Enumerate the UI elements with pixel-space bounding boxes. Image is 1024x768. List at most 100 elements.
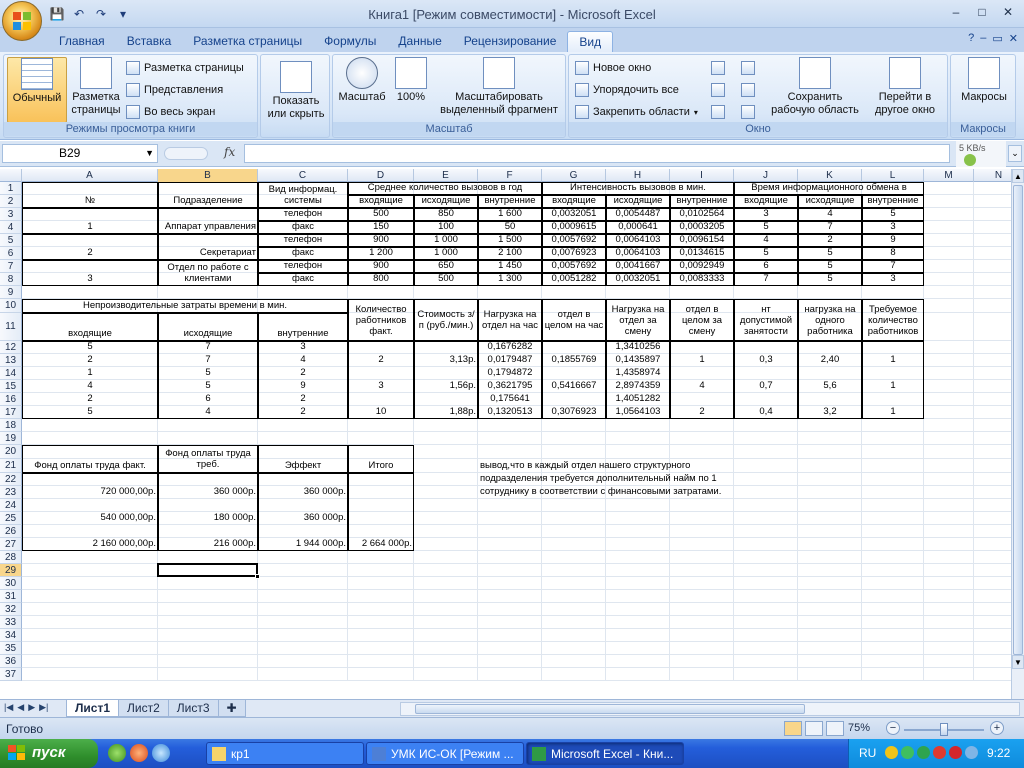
cell-f5[interactable]: 1 500 [480,234,540,247]
cell-a25[interactable]: 540 000,00р. [24,512,156,525]
cell-b17[interactable]: 4 [160,406,256,419]
maximize-button[interactable]: □ [970,2,994,22]
cell-b7[interactable]: Отдел по работе с клиентами [160,260,256,286]
cell-h13[interactable]: 0,1435897 [608,354,668,367]
cell-j7[interactable]: 6 [736,260,796,273]
browser-icon[interactable] [108,744,126,762]
cell-d21[interactable]: Итого [350,460,412,473]
cell-l2[interactable]: внутренние [864,195,922,208]
doc-minimize-button[interactable]: – [980,32,986,45]
next-sheet-icon[interactable]: ▶ [28,702,35,713]
cell-a17[interactable]: 5 [24,406,156,419]
cell-c12[interactable]: 3 [260,341,346,354]
cell-b6[interactable]: Секретариат [160,247,256,260]
column-header[interactable]: J [734,169,798,182]
column-header[interactable]: A [22,169,158,182]
cell-k6[interactable]: 5 [800,247,860,260]
row-header[interactable]: 31 [0,590,22,603]
cell-e13[interactable]: 3,13р. [416,354,476,367]
column-header[interactable]: N [974,169,1011,182]
row-header[interactable]: 35 [0,642,22,655]
cell-e3[interactable]: 850 [416,208,476,221]
cell-l8[interactable]: 3 [864,273,922,286]
formula-input[interactable] [244,144,950,163]
cell-a12[interactable]: 5 [24,341,156,354]
cell-i7[interactable]: 0,0092949 [672,260,732,273]
cell-j3[interactable]: 3 [736,208,796,221]
row-header[interactable]: 1 [0,182,22,195]
cell-e10[interactable]: Стоимость з/п (руб./мин.) [416,299,476,341]
cell-l10[interactable]: Требуемое количество работников [864,299,922,341]
cell-k5[interactable]: 2 [800,234,860,247]
taskbar-button[interactable]: кр1 [206,742,364,765]
cell-e8[interactable]: 500 [416,273,476,286]
cell-b25[interactable]: 180 000р. [160,512,256,525]
row-header[interactable]: 11 [0,313,22,341]
cell-k15[interactable]: 5,6 [800,380,860,393]
tray-app-icon[interactable] [885,746,898,759]
office-button[interactable] [2,1,42,41]
cell-l4[interactable]: 3 [864,221,922,234]
cell-j6[interactable]: 5 [736,247,796,260]
first-sheet-icon[interactable]: |◀ [4,702,13,713]
worksheet-grid[interactable]: ABCDEFGHIJKLMN 1 2 3 4 5 6 7 8 9 10 11 12 13 14 15 16 17… [0,169,1011,699]
custom-views-button[interactable]: Представления [126,81,223,99]
cell-b15[interactable]: 5 [160,380,256,393]
cell-c1[interactable]: Вид информац. системы [260,182,346,208]
cell-d4[interactable]: 150 [350,221,412,234]
start-button[interactable]: пуск [0,739,98,768]
row-header[interactable]: 30 [0,577,22,590]
taskbar-button[interactable]: Microsoft Excel - Кни... [526,742,684,765]
cell-e4[interactable]: 100 [416,221,476,234]
cell-f4[interactable]: 50 [480,221,540,234]
cell-i5[interactable]: 0,0096154 [672,234,732,247]
cell-j17[interactable]: 0,4 [736,406,796,419]
column-header[interactable]: C [258,169,348,182]
cell-d6[interactable]: 1 200 [350,247,412,260]
cell-j8[interactable]: 7 [736,273,796,286]
chevron-down-icon[interactable]: ▼ [145,145,154,162]
cell-f13[interactable]: 0,0179487 [480,354,540,367]
sync-scroll-button[interactable] [741,81,755,99]
cell-l13[interactable]: 1 [864,354,922,367]
cell-f6[interactable]: 2 100 [480,247,540,260]
row-header[interactable]: 25 [0,512,22,525]
prev-sheet-icon[interactable]: ◀ [17,702,24,713]
cell-c17[interactable]: 2 [260,406,346,419]
row-header[interactable]: 19 [0,432,22,445]
insert-sheet-icon[interactable]: ✚ [217,700,246,717]
cell-f21[interactable]: вывод,что в каждый отдел нашего структур… [480,459,732,512]
cell-d13[interactable]: 2 [350,354,412,367]
freeze-panes-button[interactable]: Закрепить области ▾ [575,103,698,121]
zoom-slider-knob[interactable] [940,723,948,736]
cell-c13[interactable]: 4 [260,354,346,367]
cell-j1[interactable]: Время информационного обмена в [736,182,922,195]
cell-l6[interactable]: 8 [864,247,922,260]
cell-l3[interactable]: 5 [864,208,922,221]
tab-4[interactable]: Данные [387,31,452,52]
cell-j15[interactable]: 0,7 [736,380,796,393]
cell-h12[interactable]: 1,3410256 [608,341,668,354]
row-header[interactable]: 24 [0,499,22,512]
row-header[interactable]: 12 [0,341,22,354]
cell-f14[interactable]: 0,1794872 [480,367,540,380]
column-header[interactable]: B [158,169,258,182]
doc-restore-button[interactable]: ▭ [992,32,1002,45]
cell-l7[interactable]: 7 [864,260,922,273]
cell-i8[interactable]: 0,0083333 [672,273,732,286]
cell-g3[interactable]: 0,0032051 [544,208,604,221]
zoom-100-button[interactable]: 100% [391,57,431,104]
taskbar-button[interactable]: УМК ИС-ОК [Режим ... [366,742,524,765]
selected-cell-outline[interactable] [157,563,258,577]
language-indicator[interactable]: RU [859,746,876,760]
cell-d2[interactable]: входящие [350,195,412,208]
column-header[interactable]: E [414,169,478,182]
cell-a4[interactable]: 1 [24,221,156,234]
cell-c14[interactable]: 2 [260,367,346,380]
name-box[interactable]: B29 ▼ [2,144,158,163]
cell-c6[interactable]: факс [260,247,346,260]
row-header[interactable]: 6 [0,247,22,260]
cell-d3[interactable]: 500 [350,208,412,221]
cell-f7[interactable]: 1 450 [480,260,540,273]
select-all-button[interactable] [0,169,22,182]
